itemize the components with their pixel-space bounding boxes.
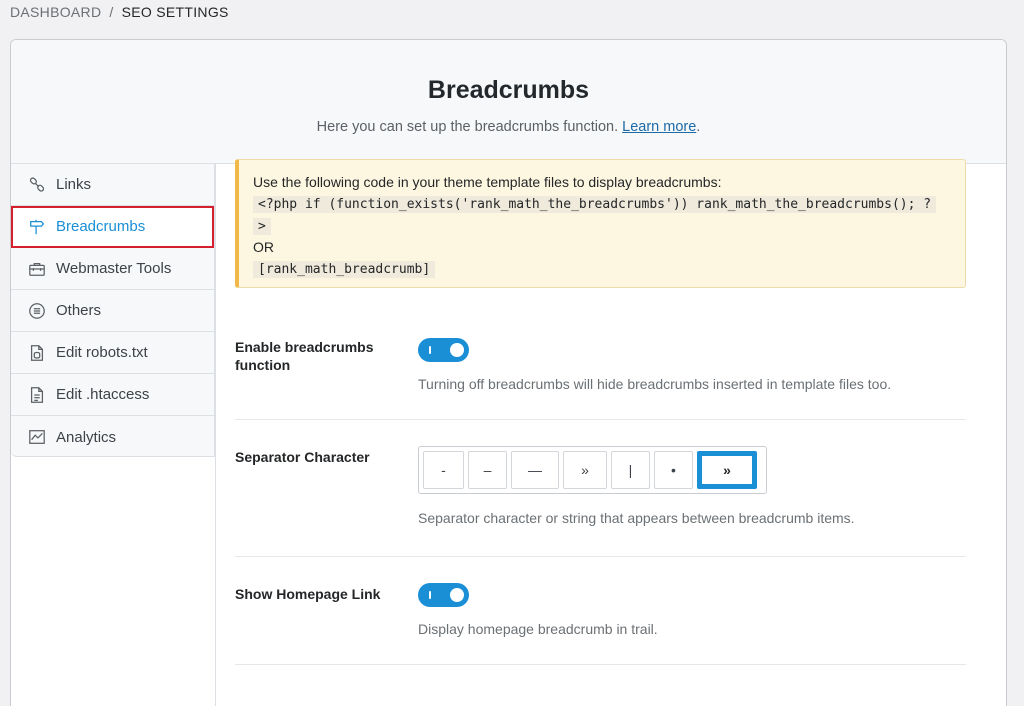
toggle-knob: [450, 343, 464, 357]
homepage-link-label: Show Homepage Link: [235, 586, 381, 602]
learn-more-link[interactable]: Learn more: [622, 119, 696, 135]
description-period: .: [696, 119, 701, 135]
separator-option-en-dash[interactable]: –: [468, 451, 507, 489]
sidebar-item-edit-htaccess[interactable]: Edit .htaccess: [11, 374, 214, 416]
separator-label: Separator Character: [235, 449, 370, 465]
separator-option-raquo[interactable]: »: [563, 451, 607, 489]
sidebar-item-label: Analytics: [56, 428, 117, 446]
separator-row: Separator Character - – — » | • » Separa…: [235, 420, 966, 557]
sidebar-item-label: Edit robots.txt: [56, 344, 148, 361]
chart-icon: [27, 427, 47, 447]
separator-option-pipe[interactable]: |: [611, 451, 650, 489]
homepage-link-description: Display homepage breadcrumb in trail.: [418, 621, 658, 637]
homepage-link-toggle[interactable]: [418, 583, 469, 607]
link-icon: [27, 175, 47, 195]
homepage-link-row: Show Homepage Link Display homepage brea…: [235, 557, 966, 665]
php-code-snippet-end[interactable]: >: [253, 218, 271, 235]
toggle-on-mark: [429, 346, 431, 354]
robot-file-icon: [27, 343, 47, 363]
sidebar-item-label: Breadcrumbs: [56, 218, 146, 235]
sidebar-item-label: Others: [56, 302, 102, 319]
sidebar-item-edit-robots[interactable]: Edit robots.txt: [11, 332, 214, 374]
sidebar-item-others[interactable]: Others: [11, 290, 214, 332]
separator-description: Separator character or string that appea…: [418, 510, 855, 526]
separator-options: - – — » | • »: [418, 446, 767, 494]
separator-option-custom[interactable]: »: [697, 451, 757, 489]
notice-intro: Use the following code in your theme tem…: [253, 174, 722, 190]
sidebar-item-label: Webmaster Tools: [56, 260, 172, 277]
settings-content: Use the following code in your theme tem…: [235, 159, 966, 665]
enable-breadcrumbs-toggle[interactable]: [418, 338, 469, 362]
document-icon: [27, 385, 47, 405]
php-code-snippet[interactable]: <?php if (function_exists('rank_math_the…: [253, 196, 937, 213]
separator-option-hyphen[interactable]: -: [423, 451, 464, 489]
top-breadcrumb: DASHBOARD / SEO SETTINGS: [10, 4, 229, 20]
toggle-knob: [450, 588, 464, 602]
sidebar-item-links[interactable]: Links: [11, 164, 214, 206]
sidebar-item-webmaster-tools[interactable]: Webmaster Tools: [11, 248, 214, 290]
toolbox-icon: [27, 259, 47, 279]
shortcode-snippet[interactable]: [rank_math_breadcrumb]: [253, 261, 436, 278]
notice-or: OR: [253, 239, 274, 255]
page-title: Breadcrumbs: [427, 76, 590, 104]
signpost-icon: [27, 217, 47, 237]
content-divider: [215, 164, 216, 706]
description-text: Here you can set up the breadcrumbs func…: [316, 119, 619, 135]
breadcrumb-current: SEO SETTINGS: [121, 4, 229, 20]
sidebar-item-label: Edit .htaccess: [56, 386, 150, 403]
enable-breadcrumbs-label: Enable breadcrumbs function: [235, 339, 374, 373]
page-description: Here you can set up the breadcrumbs func…: [11, 119, 1006, 135]
sidebar-item-label: Links: [56, 176, 92, 193]
list-circle-icon: [27, 301, 47, 321]
sidebar-item-analytics[interactable]: Analytics: [11, 416, 214, 458]
settings-sidebar: Links Breadcrumbs Webmaster Tools Others…: [11, 164, 215, 457]
breadcrumb-dashboard-link[interactable]: DASHBOARD: [10, 4, 101, 20]
enable-breadcrumbs-description: Turning off breadcrumbs will hide breadc…: [418, 376, 892, 392]
breadcrumb-separator: /: [109, 4, 114, 20]
separator-option-em-dash[interactable]: —: [511, 451, 559, 489]
panel-header: Breadcrumbs Here you can set up the brea…: [11, 40, 1006, 164]
enable-breadcrumbs-row: Enable breadcrumbs function Turning off …: [235, 288, 966, 420]
separator-option-bullet[interactable]: •: [654, 451, 693, 489]
code-notice: Use the following code in your theme tem…: [235, 159, 966, 288]
toggle-on-mark: [429, 591, 431, 599]
sidebar-item-breadcrumbs[interactable]: Breadcrumbs: [11, 206, 214, 248]
